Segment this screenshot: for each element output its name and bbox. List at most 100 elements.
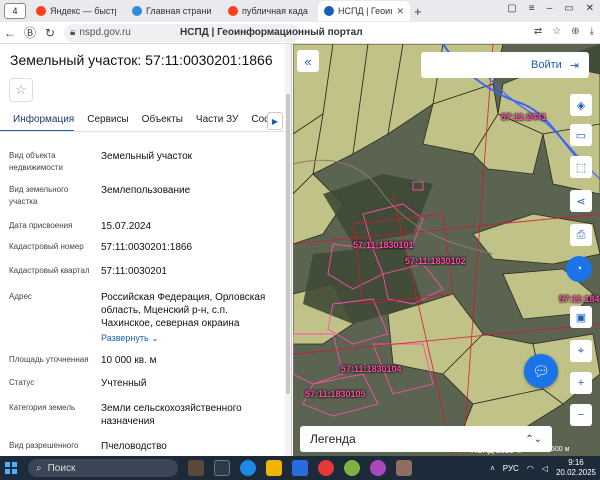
legend-label: Легенда	[310, 432, 356, 446]
row-label: Статус	[9, 378, 35, 387]
search-map-icon[interactable]: ◔	[566, 256, 592, 282]
clock-date: 20.02.2025	[555, 468, 596, 477]
browser-tab-gosuslugi[interactable]: Главная страница	[126, 1, 218, 21]
row-value: 57:11:0030201	[101, 266, 167, 277]
nspd-icon	[324, 6, 334, 16]
wifi-icon[interactable]: ◠	[527, 464, 534, 473]
browser-tab-label: НСПД | Геоинформ	[338, 6, 392, 16]
print-icon[interactable]: ⎙	[570, 224, 592, 246]
address-text: Российская Федерация, Орловская область,…	[101, 292, 266, 329]
close-window-icon[interactable]: ✕	[586, 3, 594, 14]
login-icon: ⇥	[569, 59, 579, 72]
tab-parts[interactable]: Части ЗУ	[183, 112, 238, 131]
map-attribution: НСПД 2025 ©	[471, 446, 522, 455]
browser-tab-nspd[interactable]: НСПД | Геоинформ ✕	[318, 1, 410, 21]
share-icon[interactable]: ⋖	[570, 190, 592, 212]
row-value: Учтенный	[101, 378, 147, 389]
parcel-title: Земельный участок: 57:11:0030201:1866	[10, 52, 273, 68]
app-icon[interactable]	[370, 460, 386, 476]
map-parcel-label: 57:11:2441	[501, 112, 547, 122]
ruler-icon[interactable]: ▭	[570, 124, 592, 146]
login-button[interactable]: Войти ⇥	[421, 52, 589, 78]
info-panel: Земельный участок: 57:11:0030201:1866 ☆ …	[0, 44, 292, 456]
tray-arrow-icon[interactable]: ˄	[490, 464, 495, 473]
maximize-icon[interactable]: ▭	[564, 3, 573, 14]
download-icon[interactable]: ⤓	[590, 26, 594, 37]
browser-tab-cadastre[interactable]: публичная кадастр	[222, 1, 314, 21]
row-label: Адрес	[9, 292, 32, 301]
row-label: Кадастровый квартал	[9, 266, 90, 275]
taskbar: ⌕ Поиск ˄ РУС ◠ ◁ 9:16 20.02.2025	[0, 456, 600, 480]
lang-indicator[interactable]: РУС	[503, 464, 519, 473]
taskbar-search[interactable]: ⌕ Поиск	[28, 459, 178, 477]
favorite-star-icon[interactable]: ☆	[9, 78, 33, 102]
map-view[interactable]: 57:11:1830101 57:11:1830102 57:11:183010…	[293, 44, 600, 456]
yandex-icon	[36, 6, 46, 16]
scrollbar-thumb[interactable]	[286, 94, 290, 394]
browser-tab-yandex[interactable]: Яндекс — быстрый	[30, 1, 122, 21]
menu-icon[interactable]: ≡	[529, 3, 535, 14]
select-area-icon[interactable]: ⬚	[570, 156, 592, 178]
translate-icon[interactable]: ⇄	[534, 26, 542, 37]
new-tab-button[interactable]: +	[414, 4, 422, 19]
collapse-panel-button[interactable]: «	[297, 50, 319, 72]
tab-count-button[interactable]: 4	[4, 3, 26, 19]
map-parcel-label: 57:11:184	[559, 294, 600, 304]
windows-icon	[5, 462, 17, 474]
minimize-icon[interactable]: –	[547, 3, 553, 14]
chevron-updown-icon: ⌃⌄	[525, 433, 542, 445]
gosuslugi-icon	[132, 6, 142, 16]
browser-tabstrip: 4 Яндекс — быстрый Главная страница публ…	[0, 0, 600, 22]
map-parcel-label: 57:11:1830104	[341, 364, 402, 374]
store-icon[interactable]	[292, 460, 308, 476]
row-label: Вид объекта недвижимости	[9, 151, 63, 172]
address-bar: ← Ⓑ ↻ 🔒︎ nspd.gov.ru НСПД | Геоинформаци…	[0, 22, 600, 44]
edge-icon[interactable]	[240, 460, 256, 476]
yandex-browser-taskbar-icon[interactable]	[318, 460, 334, 476]
system-tray: ˄ РУС ◠ ◁ 9:16 20.02.2025	[490, 458, 596, 478]
panel-scrollbar[interactable]	[285, 44, 291, 456]
map-overview-icon[interactable]: ▣	[570, 306, 592, 328]
row-label: Кадастровый номер	[9, 242, 84, 251]
map-scale: 500 м	[551, 446, 570, 453]
row-label: Вид разрешенного	[9, 441, 79, 450]
map-parcel-label: 57:11:1830101	[353, 240, 414, 250]
row-value: Пчеловодство	[101, 441, 167, 452]
bookmarks-icon[interactable]: ▢	[507, 3, 516, 14]
geolocation-icon[interactable]: ⌖	[570, 340, 592, 362]
tab-objects[interactable]: Объекты	[129, 112, 183, 131]
row-value: Российская Федерация, Орловская область,…	[101, 291, 279, 345]
row-value: Землепользование	[101, 185, 191, 196]
back-icon[interactable]: ←	[0, 26, 20, 40]
tab-services[interactable]: Сервисы	[74, 112, 128, 131]
search-placeholder: Поиск	[47, 462, 76, 474]
app-icon[interactable]	[396, 460, 412, 476]
start-button[interactable]	[0, 456, 22, 480]
map-parcel-label: 57:11:1830102	[405, 256, 466, 266]
extensions-icon[interactable]: ⊕	[571, 26, 579, 37]
reload-icon[interactable]: ↻	[40, 26, 60, 40]
info-tabs: Информация Сервисы Объекты Части ЗУ Сост…	[0, 112, 284, 132]
task-view-icon[interactable]	[214, 460, 230, 476]
app-icon[interactable]	[344, 460, 360, 476]
zoom-in-icon[interactable]: +	[570, 372, 592, 394]
row-value: 57:11:0030201:1866	[101, 242, 193, 253]
chat-icon[interactable]: 💬︎	[524, 354, 558, 388]
bookmark-icon[interactable]: ☆	[552, 26, 561, 37]
chevron-down-icon: ⌄	[151, 333, 159, 343]
clock[interactable]: 9:16 20.02.2025	[556, 458, 596, 478]
row-value: 10 000 кв. м	[101, 355, 157, 366]
yandex-browser-icon[interactable]: Ⓑ	[20, 24, 40, 41]
tabs-scroll-right-icon[interactable]: ▶	[267, 112, 283, 130]
layers-icon[interactable]: ◈	[570, 94, 592, 116]
close-tab-icon[interactable]: ✕	[396, 6, 404, 17]
row-label: Категория земель	[9, 403, 76, 412]
volume-icon[interactable]: ◁	[542, 464, 548, 473]
expand-link[interactable]: Развернуть ⌄	[101, 332, 279, 345]
yandex-icon	[228, 6, 238, 16]
file-explorer-icon[interactable]	[266, 460, 282, 476]
zoom-out-icon[interactable]: −	[570, 404, 592, 426]
browser-tab-label: Главная страница	[146, 6, 212, 16]
tab-information[interactable]: Информация	[0, 112, 75, 131]
widget-icon[interactable]	[188, 460, 204, 476]
